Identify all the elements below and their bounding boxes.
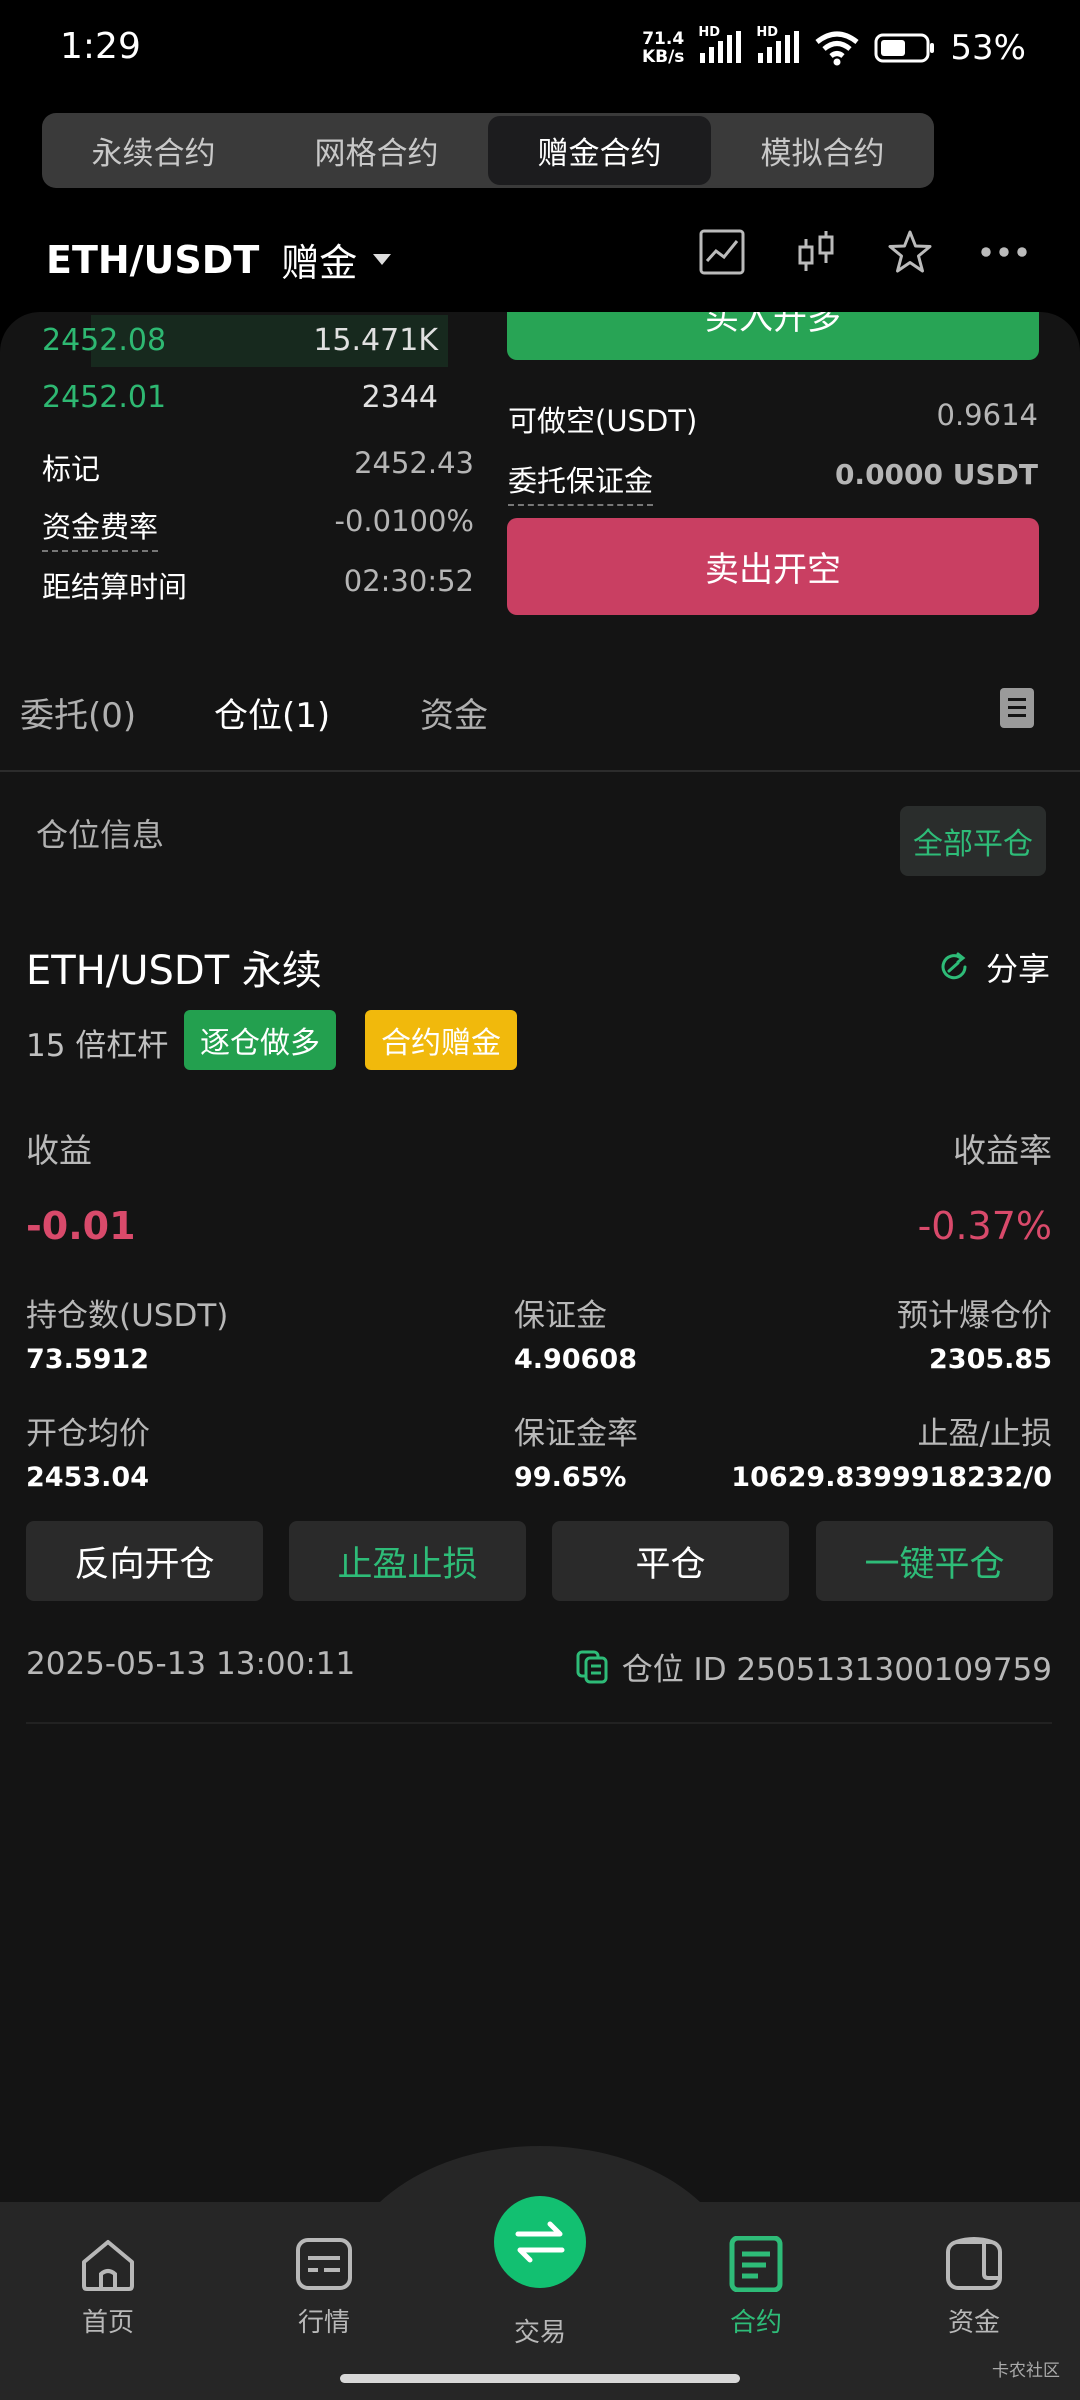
orderbook-price: 2452.08 <box>42 323 167 358</box>
status-time: 1:29 <box>60 26 141 67</box>
battery-icon <box>874 33 936 63</box>
share-icon <box>938 951 970 983</box>
orderbook-qty: 15.471K <box>313 323 438 358</box>
contract-icon <box>726 2236 786 2292</box>
caret-down-icon <box>373 254 392 265</box>
nav-market[interactable]: 行情 <box>254 2236 394 2339</box>
position-info-label: 仓位信息 <box>36 816 165 854</box>
contract-type-tabs: 永续合约 网格合约 赠金合约 模拟合约 <box>42 113 934 188</box>
nav-contract[interactable]: 合约 <box>686 2236 826 2339</box>
divider <box>26 1722 1052 1724</box>
wallet-icon <box>944 2236 1004 2292</box>
margin-value: 4.90608 <box>514 1344 637 1375</box>
candlestick-icon[interactable] <box>792 228 840 276</box>
orderbook-row[interactable]: 2452.08 15.471K <box>28 315 448 367</box>
margin-rate-label: 保证金率 <box>514 1416 638 1452</box>
pair-mode: 赠金 <box>281 241 358 285</box>
tab-perpetual[interactable]: 永续合约 <box>42 113 265 188</box>
side-badge: 逐仓做多 <box>184 1010 336 1070</box>
close-position-button[interactable]: 平仓 <box>552 1521 789 1601</box>
tab-grid[interactable]: 网格合约 <box>265 113 488 188</box>
profit-rate-value: -0.37% <box>917 1204 1052 1248</box>
more-icon[interactable] <box>980 228 1028 276</box>
short-available-value: 0.9614 <box>936 398 1038 432</box>
mark-price-value: 2452.43 <box>354 446 474 480</box>
position-size-label: 持仓数(USDT) <box>26 1298 229 1334</box>
orderbook-price: 2452.01 <box>42 380 167 415</box>
reverse-open-button[interactable]: 反向开仓 <box>26 1521 263 1601</box>
close-all-button[interactable]: 全部平仓 <box>900 806 1046 876</box>
line-chart-icon[interactable] <box>698 228 746 276</box>
tab-positions[interactable]: 仓位(1) <box>214 688 330 737</box>
market-icon <box>294 2236 354 2292</box>
swap-icon <box>514 2220 566 2264</box>
pair-selector[interactable]: ETH/USDT 赠金 <box>46 232 392 287</box>
nav-trade[interactable] <box>494 2196 586 2288</box>
quick-close-button[interactable]: 一键平仓 <box>816 1521 1053 1601</box>
liquidation-label: 预计爆仓价 <box>897 1298 1052 1334</box>
tpsl-value: 10629.8399918232/0 <box>731 1462 1052 1493</box>
sell-short-button[interactable]: 卖出开空 <box>507 518 1039 615</box>
order-margin-label[interactable]: 委托保证金 <box>508 458 654 506</box>
settle-time-value: 02:30:52 <box>343 564 474 598</box>
entry-price-label: 开仓均价 <box>26 1416 150 1452</box>
profit-value: -0.01 <box>26 1204 136 1248</box>
position-title: ETH/USDT 永续 <box>26 948 322 994</box>
wifi-icon <box>814 30 860 66</box>
signal-icon-2: HD <box>756 25 800 65</box>
battery-percent: 53% <box>950 28 1026 68</box>
tab-demo[interactable]: 模拟合约 <box>711 113 934 188</box>
tab-orders[interactable]: 委托(0) <box>20 688 136 737</box>
header-actions <box>698 228 1028 276</box>
order-margin-value: 0.0000 USDT <box>834 458 1038 491</box>
mark-price-label: 标记 <box>42 452 101 486</box>
funding-rate-value: -0.0100% <box>334 504 475 538</box>
home-indicator[interactable] <box>340 2374 740 2383</box>
liquidation-value: 2305.85 <box>929 1344 1052 1375</box>
orderbook-qty: 2344 <box>361 380 438 415</box>
share-button[interactable]: 分享 <box>938 944 1050 990</box>
pair-name: ETH/USDT <box>46 237 260 282</box>
star-icon[interactable] <box>886 228 934 276</box>
tab-bonus[interactable]: 赠金合约 <box>488 116 711 185</box>
position-size-value: 73.5912 <box>26 1344 149 1375</box>
funding-rate-label[interactable]: 资金费率 <box>42 504 159 552</box>
net-speed: 71.4 KB/s <box>641 29 685 67</box>
short-available-label: 可做空(USDT) <box>508 404 698 438</box>
orderbook-row[interactable]: 2452.01 2344 <box>28 372 448 424</box>
copy-icon <box>576 1650 608 1684</box>
document-icon[interactable] <box>1000 688 1034 728</box>
tpsl-button[interactable]: 止盈止损 <box>289 1521 526 1601</box>
position-date: 2025-05-13 13:00:11 <box>26 1646 356 1682</box>
status-icons: 71.4 KB/s HD HD 53% <box>641 25 1026 68</box>
entry-price-value: 2453.04 <box>26 1462 149 1493</box>
settle-time-label: 距结算时间 <box>42 570 188 604</box>
buy-long-button[interactable]: 买入开多 <box>507 312 1039 360</box>
margin-rate-value: 99.65% <box>514 1462 627 1493</box>
nav-home[interactable]: 首页 <box>38 2236 178 2339</box>
signal-icon: HD <box>698 25 742 65</box>
profit-label: 收益 <box>26 1131 92 1170</box>
tpsl-label: 止盈/止损 <box>917 1416 1052 1452</box>
tab-assets[interactable]: 资金 <box>420 688 488 737</box>
home-icon <box>78 2236 138 2292</box>
margin-label: 保证金 <box>514 1298 607 1334</box>
profit-rate-label: 收益率 <box>953 1131 1052 1170</box>
nav-trade-label[interactable]: 交易 <box>500 2312 580 2349</box>
watermark: 卡农社区 <box>992 2361 1060 2381</box>
position-id[interactable]: 仓位 ID 2505131300109759 <box>576 1644 1052 1689</box>
leverage-label: 15 倍杠杆 <box>26 1028 169 1064</box>
bonus-badge: 合约赠金 <box>365 1010 517 1070</box>
nav-assets[interactable]: 资金 <box>904 2236 1044 2339</box>
section-tabs: 委托(0) 仓位(1) 资金 <box>0 642 1080 772</box>
